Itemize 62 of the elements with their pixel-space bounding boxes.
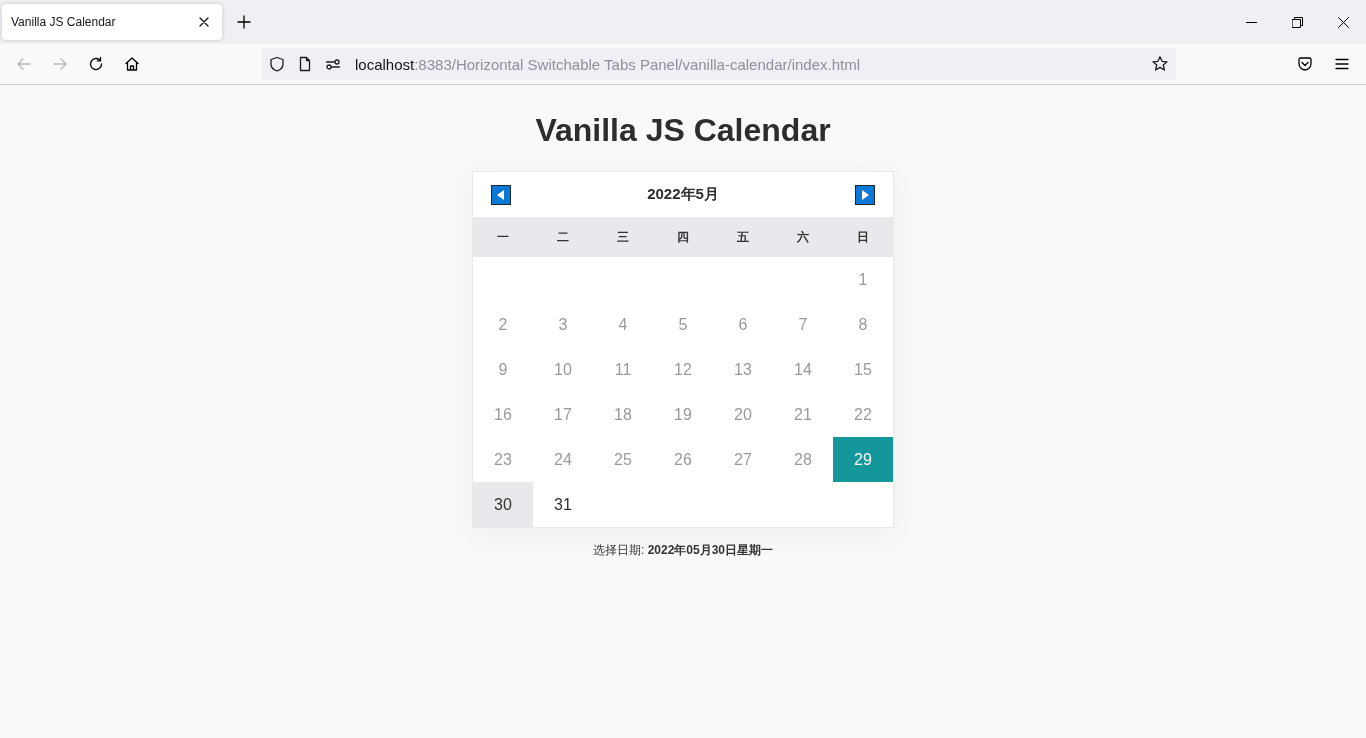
url-text: localhost:8383/Horizontal Switchable Tabs Panel/vanilla-calendar/index.html (355, 55, 861, 73)
day-cell-text: 17 (553, 404, 573, 425)
selected-date-text: 选择日期: 2022年05月30日星期一 (592, 542, 774, 558)
right-arrow-icon (52, 56, 68, 72)
weekday-label: 六 (797, 228, 809, 246)
day-cell-text: 2 (497, 314, 509, 335)
restore-icon (1291, 16, 1303, 28)
day-cell-text: 12 (673, 359, 693, 380)
weekday-label: 一 (497, 228, 509, 246)
left-arrow-icon (16, 56, 32, 72)
day-cell-text: 9 (497, 359, 509, 380)
weekday-label: 日 (857, 228, 869, 246)
address-bar[interactable]: localhost:8383/Horizontal Switchable Tabs Panel/vanilla-calendar/index.html (262, 48, 1176, 80)
day-cell-text: 20 (733, 404, 753, 425)
day-cell-text: 1 (857, 269, 869, 290)
menu-icon (1334, 56, 1350, 72)
shield-icon (269, 56, 285, 72)
day-cell-text: 14 (793, 359, 813, 380)
day-cell-text: 27 (733, 449, 753, 470)
day-cell[interactable]: 30 (473, 482, 533, 527)
sliders-icon (325, 56, 341, 72)
day-cell-text: 11 (613, 359, 633, 380)
right-triangle-icon (861, 189, 869, 200)
close-icon (199, 17, 209, 27)
day-cell-text: 8 (857, 314, 869, 335)
star-icon (1151, 55, 1169, 73)
day-cell[interactable]: 29 (833, 437, 893, 482)
plus-icon (237, 15, 251, 29)
day-cell-text: 19 (673, 404, 693, 425)
day-cell-text: 18 (613, 404, 633, 425)
month-title: 2022年5月 (646, 185, 720, 204)
day-cell-text: 26 (673, 449, 693, 470)
browser-tab[interactable]: Vanilla JS Calendar (2, 4, 222, 40)
pouch-icon (1297, 56, 1313, 72)
day-cell-text: 22 (853, 404, 873, 425)
weekday-label: 二 (557, 228, 569, 246)
day-cell-text: 25 (613, 449, 633, 470)
day-cell-text: 4 (617, 314, 629, 335)
close-icon (1337, 16, 1349, 28)
day-cell-text: 24 (553, 449, 573, 470)
day-cell-text: 3 (557, 314, 569, 335)
previous-month-button[interactable] (491, 184, 511, 205)
day-cell-text: 5 (677, 314, 689, 335)
left-triangle-icon (497, 189, 505, 200)
page-icon (297, 56, 313, 72)
day-cell-text: 16 (493, 404, 513, 425)
page-heading: Vanilla JS Calendar (535, 111, 831, 150)
day-cell-text: 13 (733, 359, 753, 380)
next-month-button[interactable] (855, 184, 875, 205)
weekday-label: 五 (737, 228, 749, 246)
weekday-label: 四 (677, 228, 689, 246)
weekday-label: 三 (617, 228, 629, 246)
day-cell-text: 21 (793, 404, 813, 425)
day-cell-text: 15 (853, 359, 873, 380)
reload-icon (88, 56, 104, 72)
day-cell-text: 10 (553, 359, 573, 380)
day-cell-text: 7 (797, 314, 809, 335)
day-cell[interactable]: 31 (533, 482, 593, 527)
day-cell-text: 28 (793, 449, 813, 470)
day-cell-text: 23 (493, 449, 513, 470)
day-cell-text: 6 (737, 314, 749, 335)
home-icon (124, 56, 140, 72)
